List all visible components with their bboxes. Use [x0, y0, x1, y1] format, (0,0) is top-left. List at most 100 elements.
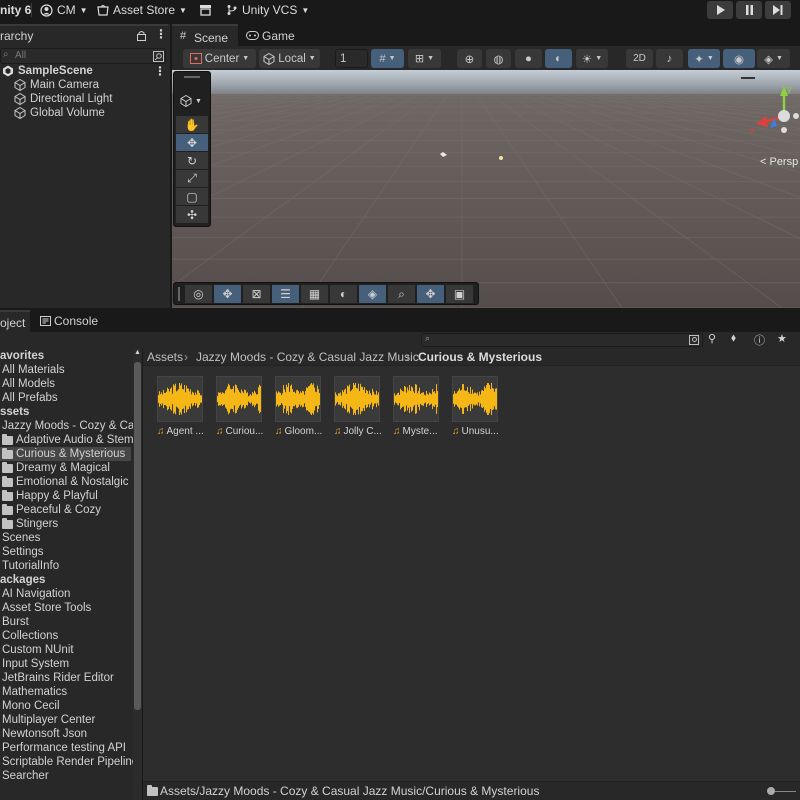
favorite-star-icon[interactable]: ★: [777, 332, 787, 345]
visibility-toggle[interactable]: ◉: [723, 49, 755, 68]
audio-asset-tile[interactable]: ♫ Gloom...: [275, 376, 323, 437]
scrollbar-thumb[interactable]: [134, 362, 141, 710]
log-type-icon[interactable]: ⓘ: [754, 332, 765, 348]
panel-menu-icon[interactable]: ⋮: [155, 27, 167, 41]
tree-folder-item[interactable]: Adaptive Audio & Stems: [0, 433, 139, 447]
pause-button[interactable]: [736, 1, 762, 19]
draw-mode-shaded[interactable]: ●: [515, 49, 542, 68]
zoom-slider-thumb[interactable]: [767, 787, 775, 795]
search-tool[interactable]: ⌕: [388, 285, 415, 303]
tab-scene[interactable]: # Scene: [172, 24, 238, 46]
breadcrumb-jazzy[interactable]: Jazzy Moods - Cozy & Casual Jazz Music: [196, 350, 419, 364]
audio-toggle[interactable]: ♪: [656, 49, 683, 68]
account-dropdown[interactable]: CM ▼: [40, 0, 88, 20]
tree-folder-item[interactable]: Happy & Playful: [0, 489, 98, 503]
hand-tool[interactable]: ✋: [176, 116, 208, 133]
tree-folder-item[interactable]: Peaceful & Cozy: [0, 503, 101, 517]
effects-dropdown[interactable]: ✦ ▼: [688, 49, 720, 68]
tab-project[interactable]: oject: [0, 310, 30, 332]
scale-tool[interactable]: ⤢: [176, 170, 208, 187]
transform-tool[interactable]: ✥: [417, 285, 444, 303]
grid-tool[interactable]: ▦: [301, 285, 328, 303]
filter-by-type-icon[interactable]: ⚲: [708, 332, 716, 345]
orientation-gizmo[interactable]: y x < Persp: [741, 70, 800, 170]
tree-item[interactable]: All Prefabs: [0, 391, 58, 405]
scene-menu-icon[interactable]: ⋮: [154, 64, 166, 78]
tree-folder-item[interactable]: Stingers: [0, 517, 58, 531]
tree-item[interactable]: Custom NUnit: [0, 643, 74, 657]
move-tool[interactable]: ✥: [176, 134, 208, 151]
hierarchy-item[interactable]: Directional Light: [14, 92, 112, 106]
scene-root-item[interactable]: SampleScene: [2, 64, 93, 78]
tree-folder-item[interactable]: Curious & Mysterious: [0, 447, 131, 461]
draw-mode-shaded-wire[interactable]: ◐: [545, 49, 572, 68]
2d-toggle[interactable]: 2D: [626, 49, 653, 68]
tree-section-header[interactable]: avorites: [0, 349, 44, 363]
search-filter-icon[interactable]: [153, 51, 164, 62]
tree-folder-item[interactable]: Emotional & Nostalgic: [0, 475, 129, 489]
lighting-tool[interactable]: ◐: [330, 285, 357, 303]
tree-folder-item[interactable]: Dreamy & Magical: [0, 461, 110, 475]
tree-item[interactable]: Jazzy Moods - Cozy & Ca: [0, 419, 134, 433]
rect-tool[interactable]: ▢: [176, 188, 208, 205]
asset-store-dropdown[interactable]: Asset Store ▼: [97, 0, 187, 20]
transform-tool[interactable]: ✣: [176, 206, 208, 223]
tab-hierarchy[interactable]: rarchy: [0, 29, 33, 43]
tree-item[interactable]: Mono Cecil: [0, 699, 60, 713]
step-button[interactable]: [765, 1, 791, 19]
tab-console[interactable]: Console: [36, 310, 106, 332]
audio-asset-tile[interactable]: ♫ Jolly C...: [334, 376, 382, 437]
audio-asset-tile[interactable]: ♫ Unusu...: [452, 376, 500, 437]
draw-mode-wire[interactable]: ◍: [486, 49, 511, 68]
breadcrumb-assets[interactable]: Assets: [147, 350, 183, 364]
frame-tool[interactable]: ⊠: [243, 285, 270, 303]
lock-icon[interactable]: [137, 30, 146, 41]
tree-item[interactable]: JetBrains Rider Editor: [0, 671, 114, 685]
scene-viewport[interactable]: ▼ ✋ ✥ ↻ ⤢ ▢ ✣ y x < Persp ◎ ✥ ⊠ ☰ ▦ ◐ ◈ ⌕ ✥ ▣: [172, 70, 800, 308]
pivot-space-dropdown[interactable]: Local ▼: [259, 49, 320, 68]
tree-item[interactable]: Burst: [0, 615, 29, 629]
tree-item[interactable]: Multiplayer Center: [0, 713, 95, 727]
tree-item[interactable]: Scenes: [0, 531, 40, 545]
tree-item[interactable]: Input System: [0, 657, 69, 671]
orbit-toggle[interactable]: ⊕: [457, 49, 482, 68]
projection-label[interactable]: < Persp: [760, 156, 798, 168]
tree-item[interactable]: All Models: [0, 377, 55, 391]
layers-dropdown[interactable]: ◈ ▼: [757, 49, 790, 68]
tree-section-header[interactable]: ackages: [0, 573, 45, 587]
project-search-field[interactable]: ⌕: [421, 333, 703, 347]
tree-item[interactable]: Newtonsoft Json: [0, 727, 87, 741]
tree-item[interactable]: Performance testing API: [0, 741, 126, 755]
drag-handle[interactable]: [184, 76, 200, 78]
hierarchy-item[interactable]: Global Volume: [14, 106, 105, 120]
tree-item[interactable]: Asset Store Tools: [0, 601, 91, 615]
grid-snap-toggle[interactable]: # ▼: [371, 49, 404, 68]
tree-item[interactable]: Mathematics: [0, 685, 67, 699]
tree-section-header[interactable]: ssets: [0, 405, 29, 419]
tree-item[interactable]: Settings: [0, 545, 44, 559]
drag-handle[interactable]: [178, 287, 180, 301]
audio-asset-tile[interactable]: ♫ Curiou...: [216, 376, 264, 437]
view-tool[interactable]: ◎: [185, 285, 212, 303]
tool-context-dropdown[interactable]: ▼: [180, 94, 208, 108]
hierarchy-search-field[interactable]: ⌕ All: [0, 48, 166, 64]
tree-item[interactable]: Searcher: [0, 769, 49, 783]
audio-asset-tile[interactable]: ♫ Agent ...: [157, 376, 205, 437]
move-view-tool[interactable]: ✥: [214, 285, 241, 303]
tab-game[interactable]: Game: [246, 24, 306, 46]
hierarchy-item[interactable]: Main Camera: [14, 78, 99, 92]
debug-draw-dropdown[interactable]: ☀ ▼: [576, 49, 608, 68]
tree-item[interactable]: Collections: [0, 629, 58, 643]
tree-item[interactable]: AI Navigation: [0, 587, 70, 601]
package-icon-button[interactable]: [199, 0, 212, 20]
play-button[interactable]: [707, 1, 733, 19]
tree-scrollbar[interactable]: ▲: [133, 348, 142, 800]
grid-size-field[interactable]: 1: [335, 49, 368, 68]
camera-tool[interactable]: ▣: [446, 285, 473, 303]
vcs-dropdown[interactable]: Unity VCS ▼: [226, 0, 309, 20]
pivot-mode-dropdown[interactable]: Center ▼: [183, 49, 256, 68]
gizmo-handle[interactable]: [741, 77, 755, 79]
settings-tool[interactable]: ☰: [272, 285, 299, 303]
tree-item[interactable]: TutorialInfo: [0, 559, 59, 573]
audio-asset-tile[interactable]: ♫ Myste...: [393, 376, 441, 437]
